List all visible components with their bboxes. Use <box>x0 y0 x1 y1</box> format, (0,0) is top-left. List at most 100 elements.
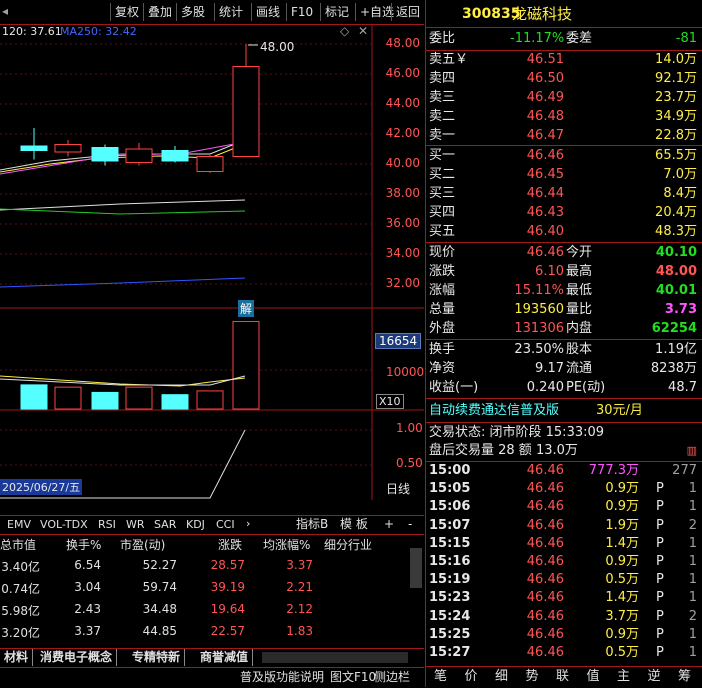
tick-count: 1 <box>688 645 697 660</box>
tick-volume: 3.7万 <box>605 608 639 624</box>
ma-line-green <box>0 208 246 215</box>
table-header[interactable]: 细分行业 <box>324 536 372 553</box>
chart-close-icon[interactable]: ✕ <box>358 24 368 38</box>
panel-tab-1[interactable]: 价 <box>463 668 480 686</box>
bid-row[interactable]: 买二 46.45 7.0万 <box>426 166 702 184</box>
ask-row[interactable]: 卖四 46.50 92.1万 <box>426 70 702 88</box>
table-cell: 2.12 <box>286 602 313 616</box>
panel-tab-2[interactable]: 细 <box>493 668 510 686</box>
table-scrollbar[interactable] <box>410 548 422 588</box>
volume-bar <box>161 394 189 410</box>
sector-tab[interactable]: 商誉减值 <box>196 649 254 666</box>
table-cell: 0.74亿 <box>1 582 40 596</box>
sector-tab[interactable]: 专精特新 <box>128 649 186 666</box>
diamond-icon[interactable]: ◇ <box>340 24 349 38</box>
quote-label: 涨跌 <box>429 264 456 279</box>
indicator-control-1[interactable]: 模 板 <box>338 516 370 533</box>
panel-tab-7[interactable]: 逆 <box>646 668 663 686</box>
sector-tab[interactable]: 材料 <box>0 649 34 666</box>
indicator-tab-sar[interactable]: SAR <box>152 516 178 533</box>
table-header[interactable]: 涨跌 <box>218 536 242 553</box>
bid-row[interactable]: 买五 46.40 48.3万 <box>426 223 702 241</box>
sector-tab[interactable]: 消费电子概念 <box>36 649 118 666</box>
indicator-tab-wr[interactable]: WR <box>124 516 147 533</box>
toolbar-button-0[interactable]: 复权 <box>110 3 143 21</box>
ask-volume: 23.7万 <box>655 90 697 105</box>
tick-volume: 777.3万 <box>588 463 639 478</box>
tick-price: 46.46 <box>526 572 564 588</box>
scroll-left-icon[interactable]: ◂ <box>2 4 8 18</box>
table-cell: 1.83 <box>286 624 313 638</box>
indicator-axis-1: 1.00 <box>396 421 423 435</box>
footer-link-2[interactable]: 侧边栏 <box>372 669 412 686</box>
footer-link-1[interactable]: 图文F10 <box>328 669 378 686</box>
toolbar-button-2[interactable]: 多股 <box>176 3 209 21</box>
tick-price: 46.46 <box>526 608 564 624</box>
stats-row: 净资 9.17 流通 8238万 <box>426 360 702 378</box>
horizontal-scrollbar[interactable] <box>262 652 408 663</box>
ask-row[interactable]: 卖一 46.47 22.8万 <box>426 127 702 145</box>
indicator-tab-kdj[interactable]: KDJ <box>184 516 207 533</box>
period-label[interactable]: 日线 <box>386 480 410 497</box>
ma250-line <box>0 277 246 288</box>
toolbar-button-6[interactable]: 标记 <box>320 3 353 21</box>
indicator-tab-cci[interactable]: CCI <box>214 516 237 533</box>
indicator-tab-vol-tdx[interactable]: VOL-TDX <box>38 516 90 533</box>
tick-count: 1 <box>688 535 697 551</box>
tick-count: 2 <box>688 608 697 624</box>
toolbar-button-3[interactable]: 统计 <box>214 3 247 21</box>
price-axis-label: 44.00 <box>385 96 420 110</box>
tick-time: 15:16 <box>429 554 471 569</box>
toolbar-button-5[interactable]: F10 <box>286 3 317 21</box>
bid-row[interactable]: 买一 46.46 65.5万 <box>426 147 702 165</box>
indicator-tab-emv[interactable]: EMV <box>5 516 33 533</box>
footer-link-0[interactable]: 普及版功能说明 <box>238 669 326 686</box>
tick-price: 46.46 <box>526 626 564 642</box>
more-indicators-icon[interactable]: › <box>246 517 250 530</box>
panel-tab-8[interactable]: 筹 <box>676 668 693 686</box>
table-header[interactable]: 总市值 <box>0 536 36 553</box>
table-header[interactable]: 市盈(动) <box>120 536 165 553</box>
table-header[interactable]: 均涨幅% <box>263 536 310 553</box>
volume-bar <box>91 391 119 410</box>
candle-body <box>20 145 48 151</box>
toolbar-button-1[interactable]: 叠加 <box>143 3 176 21</box>
toolbar-button-8[interactable]: 返回 <box>391 3 424 21</box>
tick-row: 15:06 46.46 0.9万 P 1 <box>426 498 702 516</box>
weibi-label: 委比 <box>429 31 456 46</box>
quote-row: 涨幅 15.11% 最低 40.01 <box>426 282 702 300</box>
table-cell: 5.98亿 <box>1 604 40 618</box>
panel-tab-4[interactable]: 联 <box>554 668 571 686</box>
quote-row: 现价 46.46 今开 40.10 <box>426 244 702 262</box>
volume-scale-x10: X10 <box>376 394 404 409</box>
unlock-badge[interactable]: 解 <box>238 300 255 317</box>
panel-tab-0[interactable]: 笔 <box>432 668 449 686</box>
price-axis-label: 46.00 <box>385 66 420 80</box>
ask-label: 卖一 <box>429 128 456 143</box>
table-cell: 52.27 <box>142 558 177 572</box>
ask-row[interactable]: 卖三 46.49 23.7万 <box>426 89 702 107</box>
panel-tab-3[interactable]: 势 <box>524 668 541 686</box>
table-header[interactable]: 换手% <box>66 536 101 553</box>
volume-bar <box>125 386 153 410</box>
kline-chart[interactable]: 120: 37.61 MA250: 32.42 ◇ ✕ 48.00 48.00 4… <box>0 24 424 500</box>
bid-row[interactable]: 买三 46.44 8.4万 <box>426 185 702 203</box>
quote-label: 涨幅 <box>429 283 456 298</box>
stats-label-2: PE(动) <box>566 380 606 395</box>
bid-volume: 48.3万 <box>655 224 697 239</box>
toolbar-button-4[interactable]: 画线 <box>251 3 284 21</box>
bid-row[interactable]: 买四 46.43 20.4万 <box>426 204 702 222</box>
chart-toggle-icon[interactable]: ▥ <box>687 442 697 460</box>
ask-row[interactable]: 卖二 46.48 34.9万 <box>426 108 702 126</box>
promo-row[interactable]: 自动续费通达信普及版 30元/月 <box>426 401 702 421</box>
tick-count: 2 <box>688 517 697 533</box>
ask-row[interactable]: 卖五￥ 46.51 14.0万 <box>426 51 702 69</box>
indicator-tab-rsi[interactable]: RSI <box>96 516 118 533</box>
panel-tab-6[interactable]: 主 <box>615 668 632 686</box>
volume-bar <box>196 390 224 410</box>
indicator-control-2[interactable]: + <box>382 516 396 533</box>
indicator-control-0[interactable]: 指标B <box>294 516 330 533</box>
panel-tab-5[interactable]: 值 <box>585 668 602 686</box>
tick-count: 1 <box>688 499 697 515</box>
indicator-control-3[interactable]: - <box>406 516 414 533</box>
